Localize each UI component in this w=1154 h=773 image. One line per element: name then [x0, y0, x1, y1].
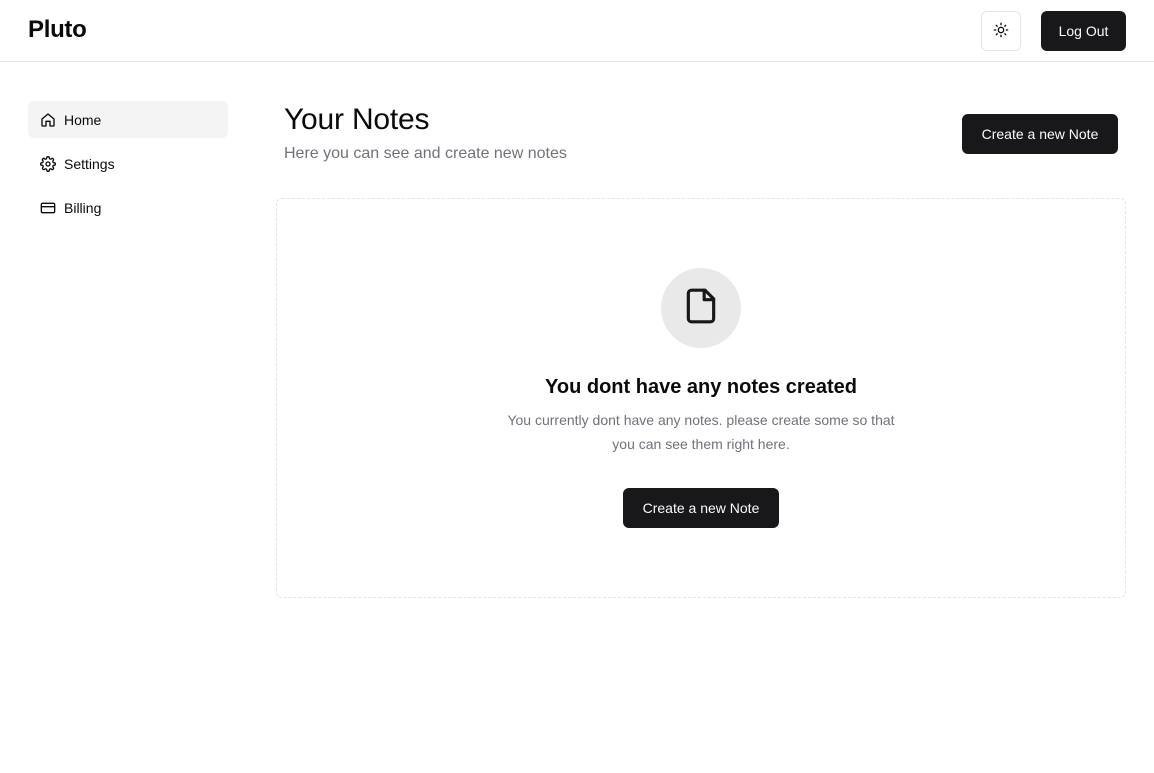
empty-state-description: You currently dont have any notes. pleas…	[507, 412, 895, 452]
top-header: Pluto Log Out	[0, 0, 1154, 62]
page-subtitle: Here you can see and create new notes	[284, 145, 567, 162]
brand-logo[interactable]: Pluto	[28, 16, 87, 44]
empty-state-panel: You dont have any notes created You curr…	[276, 198, 1126, 598]
create-note-button[interactable]: Create a new Note	[962, 114, 1118, 154]
credit-card-icon	[40, 200, 56, 216]
sidebar-item-billing[interactable]: Billing	[28, 189, 228, 226]
sun-icon	[993, 22, 1009, 41]
empty-state-icon-circle	[661, 268, 741, 348]
file-icon	[682, 287, 720, 330]
log-out-button[interactable]: Log Out	[1041, 11, 1126, 51]
sidebar-item-home[interactable]: Home	[28, 101, 228, 138]
empty-state-create-note-button[interactable]: Create a new Note	[623, 488, 779, 528]
empty-state-title: You dont have any notes created	[545, 376, 857, 398]
sidebar-nav: Home Settings Billing	[28, 101, 228, 233]
theme-toggle-button[interactable]	[981, 11, 1021, 51]
sidebar-item-label: Settings	[64, 155, 115, 172]
home-icon	[40, 112, 56, 128]
sidebar-item-label: Billing	[64, 199, 102, 216]
page-title: Your Notes	[284, 103, 430, 136]
gear-icon	[40, 155, 56, 172]
sidebar-item-settings[interactable]: Settings	[28, 145, 228, 182]
sidebar-item-label: Home	[64, 111, 102, 128]
